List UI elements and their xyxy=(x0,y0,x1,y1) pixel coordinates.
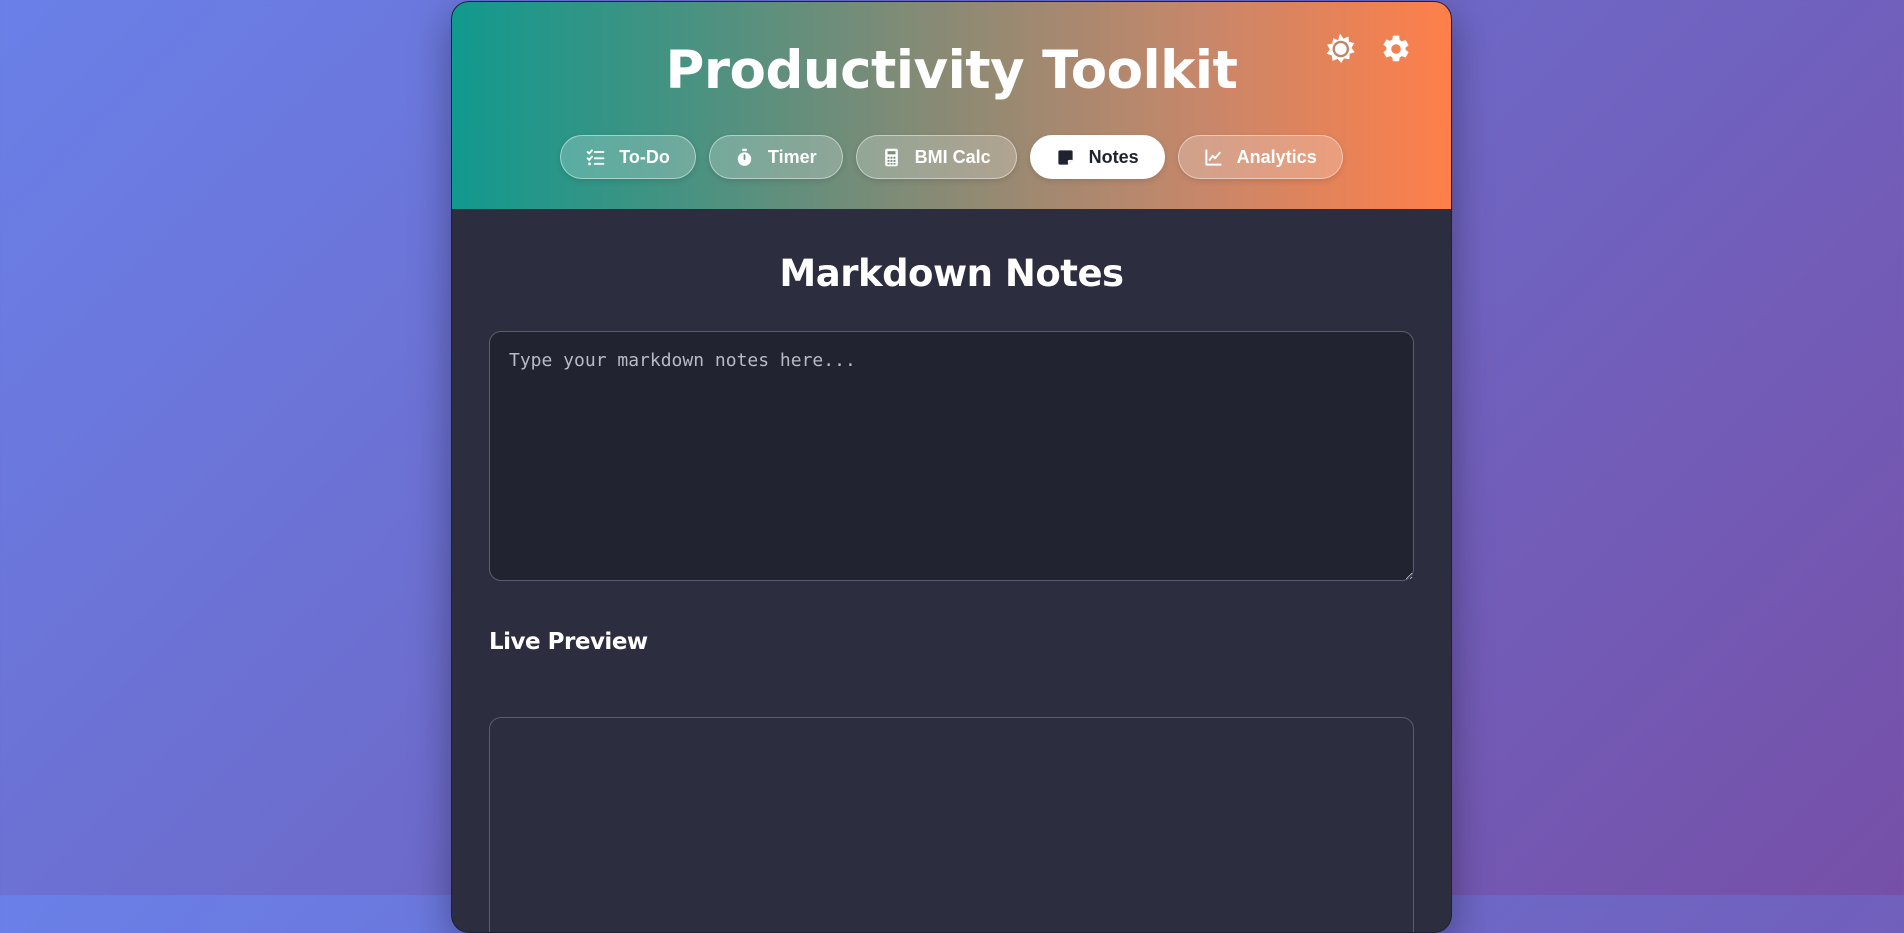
section-title: Markdown Notes xyxy=(779,252,1124,295)
brightness-icon[interactable] xyxy=(1323,32,1357,66)
notes-panel: Markdown Notes Live Preview xyxy=(452,252,1451,932)
live-preview-box xyxy=(489,717,1414,932)
tab-todo[interactable]: To-Do xyxy=(560,135,696,179)
app-title: Productivity Toolkit xyxy=(665,40,1238,101)
line-chart-icon xyxy=(1205,148,1222,166)
tab-bar: To-Do Timer BMI Calc Notes Analytics xyxy=(452,135,1451,179)
markdown-notes-input[interactable] xyxy=(489,331,1414,581)
tab-bmi-calc-label: BMI Calc xyxy=(914,146,991,167)
checklist-icon xyxy=(586,148,605,165)
header: Productivity Toolkit To-Do Timer BMI Cal… xyxy=(452,2,1451,209)
tab-analytics-label: Analytics xyxy=(1236,146,1317,167)
calculator-icon xyxy=(884,148,898,166)
sticky-note-icon xyxy=(1058,149,1073,165)
tab-notes[interactable]: Notes xyxy=(1029,135,1165,179)
tab-timer-label: Timer xyxy=(767,146,817,167)
tab-bmi-calc[interactable]: BMI Calc xyxy=(855,135,1017,179)
live-preview-title: Live Preview xyxy=(489,629,648,655)
tab-timer[interactable]: Timer xyxy=(708,135,843,179)
tab-todo-label: To-Do xyxy=(619,146,670,167)
gear-icon[interactable] xyxy=(1379,32,1413,66)
stopwatch-icon xyxy=(737,148,752,166)
header-actions xyxy=(1323,32,1413,66)
app-window: Productivity Toolkit To-Do Timer BMI Cal… xyxy=(451,1,1452,933)
tab-analytics[interactable]: Analytics xyxy=(1177,135,1343,179)
tab-notes-label: Notes xyxy=(1088,146,1139,167)
